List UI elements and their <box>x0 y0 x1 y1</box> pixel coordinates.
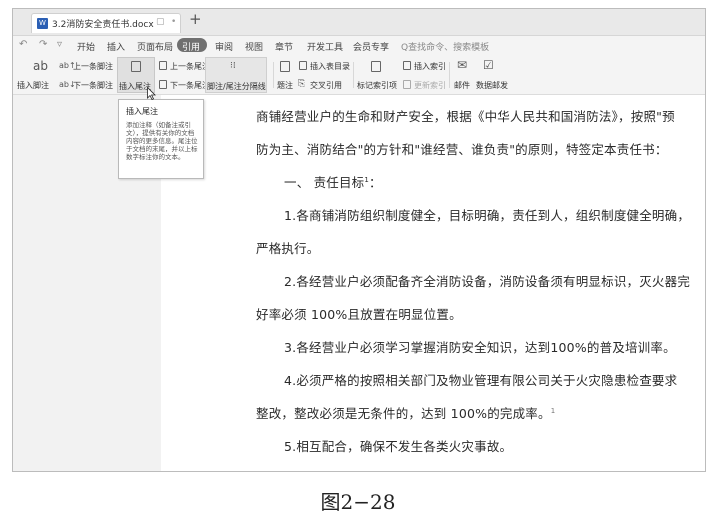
doc-line-6: 2.各经营业户必须配备齐全消防设备，消防设备须有明显标识，灭火器完 <box>284 274 691 289</box>
word-doc-icon: W <box>37 18 48 29</box>
endnote-reference[interactable]: 1 <box>551 407 556 415</box>
mark-index-button[interactable]: 标记索引项 <box>357 80 397 91</box>
tab-close-icon[interactable]: • <box>171 17 176 27</box>
document-tab[interactable]: W 3.2消防安全责任书.docx ▢ • <box>31 13 181 33</box>
doc-line-11: 5.相互配合，确保不发生各类火灾事故。 <box>284 439 513 454</box>
menu-review[interactable]: 审阅 <box>215 40 233 53</box>
insert-index-icon <box>403 61 411 70</box>
tab-bar: W 3.2消防安全责任书.docx ▢ • + <box>13 9 705 36</box>
document-tab-title: 3.2消防安全责任书.docx <box>52 20 154 30</box>
footnote-icon: ab <box>33 59 48 73</box>
prev-endnote-button[interactable]: 上一条尾注 <box>170 61 210 72</box>
doc-line-2: 防为主、消防结合"的方针和"谁经营、谁负责"的原则，特签定本责任书： <box>256 142 668 157</box>
ribbon-divider <box>273 62 274 88</box>
customize-quick-access-icon[interactable]: ▿ <box>57 39 62 50</box>
doc-heading-text: 一、 责任目标 <box>284 175 365 190</box>
tooltip-title: 插入尾注 <box>126 107 158 116</box>
doc-line-1: 商铺经营业户的生命和财产安全，根据《中华人民共和国消防法》，按照"预 <box>256 109 675 124</box>
tooltip-body: 添加注释（如备注或引文），提供有关你的文档内容的更多信息。尾注位于文档的末尾，并… <box>126 121 198 161</box>
doc-heading-colon: ： <box>369 175 382 190</box>
next-endnote-icon <box>159 80 167 89</box>
next-endnote-button[interactable]: 下一条尾注 <box>170 80 210 91</box>
caption-icon <box>280 61 290 72</box>
redo-icon[interactable]: ↷ <box>39 39 47 50</box>
data-merge-button[interactable]: 数据邮发 <box>476 80 508 91</box>
menu-insert[interactable]: 插入 <box>107 40 125 53</box>
menu-bar: ↶ ↷ ▿ 开始 插入 页面布局 引用 审阅 视图 章节 开发工具 会员专享 Q… <box>13 36 705 56</box>
caption-button[interactable]: 题注 <box>277 80 293 91</box>
update-index-button[interactable]: 更新索引 <box>414 80 446 91</box>
new-tab-button[interactable]: + <box>189 10 202 28</box>
prev-footnote-button[interactable]: 上一条脚注 <box>73 61 113 72</box>
insert-endnote-tooltip: 插入尾注 添加注释（如备注或引文），提供有关你的文档内容的更多信息。尾注位于文档… <box>118 99 204 179</box>
doc-line-10: 整改，整改必须是无条件的，达到 100%的完成率。1 <box>256 403 555 422</box>
mail-button[interactable]: 邮件 <box>454 80 470 91</box>
cross-reference-button[interactable]: 交叉引用 <box>310 80 342 91</box>
menu-chapter[interactable]: 章节 <box>275 40 293 53</box>
figure-caption: 图2−28 <box>320 490 396 514</box>
menu-view[interactable]: 视图 <box>245 40 263 53</box>
prev-endnote-icon <box>159 61 167 70</box>
doc-line-4: 1.各商铺消防组织制度健全，目标明确，责任到人，组织制度健全明确， <box>284 208 691 223</box>
mouse-pointer-icon <box>147 87 156 100</box>
mark-index-icon <box>371 61 381 72</box>
update-index-icon <box>403 80 411 89</box>
data-merge-icon: ☑ <box>483 58 494 72</box>
menu-developer[interactable]: 开发工具 <box>307 40 343 53</box>
app-window: W 3.2消防安全责任书.docx ▢ • + ↶ ↷ ▿ 开始 插入 页面布局… <box>12 8 706 472</box>
search-commands[interactable]: Q查找命令、搜索模板 <box>401 40 489 53</box>
footnote-separator-label: 脚注/尾注分隔线 <box>207 82 266 91</box>
insert-footnote-button[interactable]: 插入脚注 <box>17 80 49 91</box>
tab-restore-icon[interactable]: ▢ <box>156 17 165 27</box>
doc-heading-1: 一、 责任目标1： <box>284 172 382 191</box>
doc-line-9: 4.必须严格的按照相关部门及物业管理有限公司关于火灾隐患检查要求 <box>284 373 678 388</box>
undo-icon[interactable]: ↶ <box>19 39 27 50</box>
cross-reference-icon: ⎘ <box>298 79 306 89</box>
doc-line-7: 好率必须 100%且放置在明显位置。 <box>256 307 462 322</box>
endnote-icon <box>131 61 141 72</box>
ribbon-divider <box>449 62 450 88</box>
doc-line-10-text: 整改，整改必须是无条件的，达到 100%的完成率。 <box>256 406 551 421</box>
ribbon-references: ab 插入脚注 ab↑ 上一条脚注 ab↓ 下一条脚注 插入尾注 上一条尾注 下… <box>13 56 705 95</box>
ribbon-divider <box>353 62 354 88</box>
menu-member[interactable]: 会员专享 <box>353 40 389 53</box>
document-page[interactable]: 商铺经营业户的生命和财产安全，根据《中华人民共和国消防法》，按照"预 防为主、消… <box>161 95 705 471</box>
menu-home[interactable]: 开始 <box>77 40 95 53</box>
next-footnote-button[interactable]: 下一条脚注 <box>73 80 113 91</box>
menu-page-layout[interactable]: 页面布局 <box>137 40 173 53</box>
doc-line-8: 3.各经营业户必须学习掌握消防安全知识，达到100%的普及培训率。 <box>284 340 676 355</box>
insert-index-button[interactable]: 插入索引 <box>414 61 446 72</box>
mail-icon: ✉ <box>457 58 468 72</box>
table-of-figures-icon <box>299 61 307 70</box>
insert-table-of-figures-button[interactable]: 插入表目录 <box>310 61 350 72</box>
separator-icon: ⁝⁞ <box>230 61 236 71</box>
menu-references[interactable]: 引用 <box>182 40 200 53</box>
doc-line-5: 严格执行。 <box>256 241 320 256</box>
footnote-separator-button[interactable]: ⁝⁞ 脚注/尾注分隔线 <box>205 57 267 93</box>
